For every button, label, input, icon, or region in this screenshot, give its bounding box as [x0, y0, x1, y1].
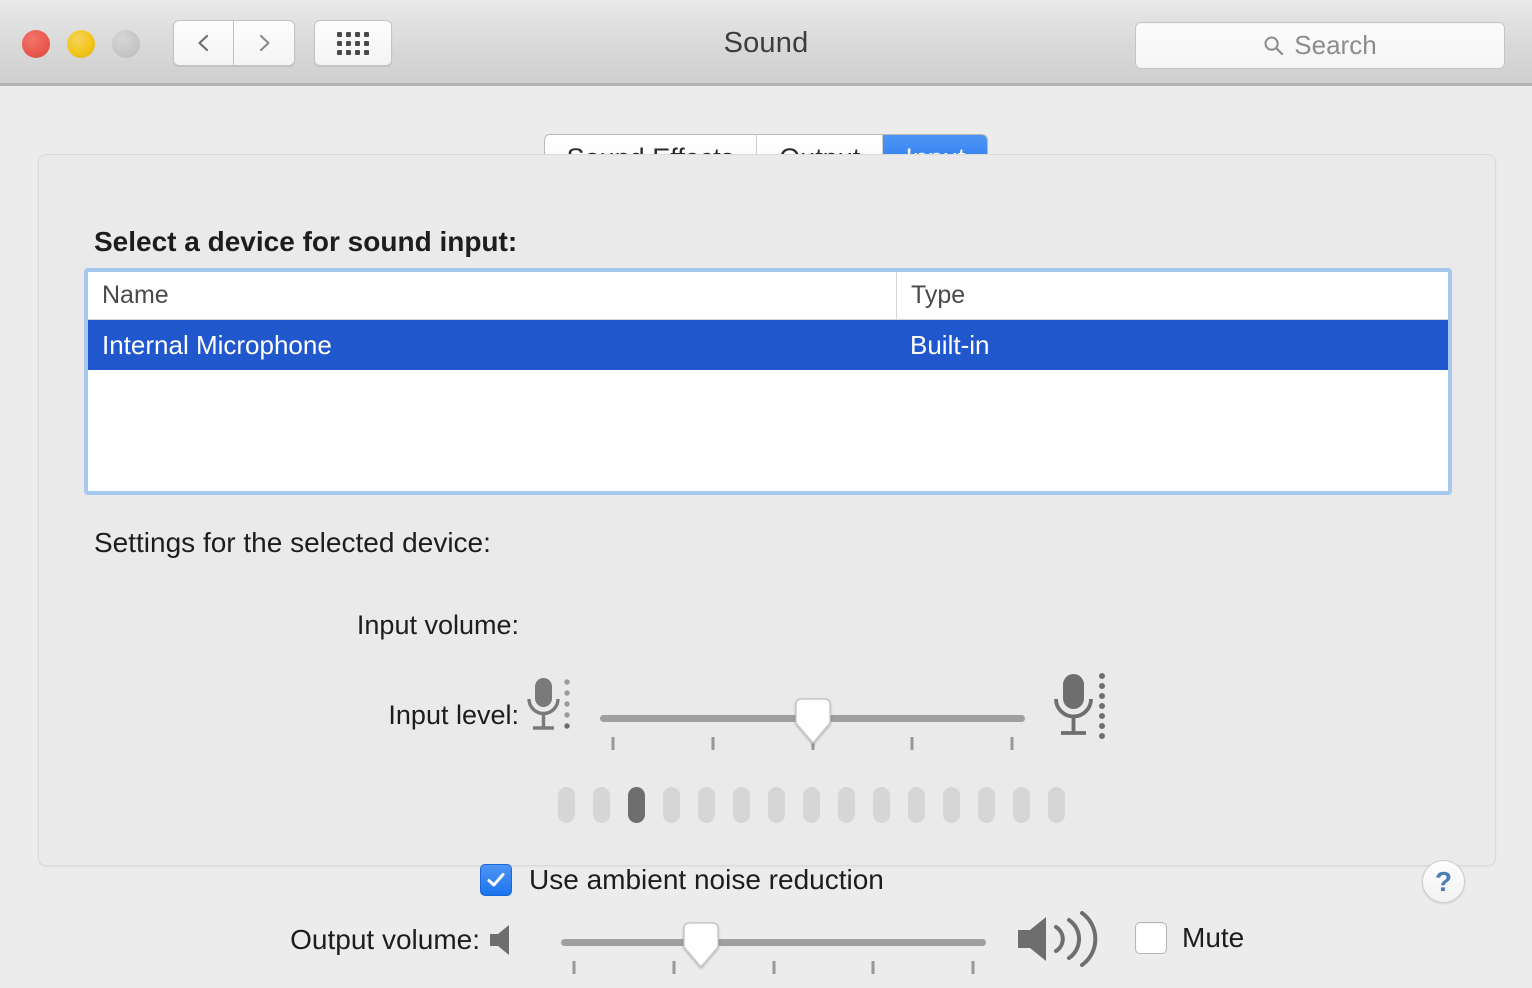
slider-thumb[interactable]: [680, 921, 722, 969]
output-volume-slider[interactable]: [561, 922, 986, 974]
ambient-noise-label: Use ambient noise reduction: [529, 864, 884, 895]
input-level-meter: [558, 787, 1065, 823]
level-segment: [1013, 787, 1030, 823]
ambient-noise-checkbox[interactable]: [480, 864, 512, 896]
slider-track: [561, 939, 986, 946]
checkmark-icon: [487, 873, 505, 887]
device-name-cell: Internal Microphone: [102, 329, 332, 360]
mute-row[interactable]: Mute: [1135, 922, 1244, 954]
speaker-quiet-icon: [484, 918, 528, 967]
input-level-label: Input level:: [388, 700, 519, 730]
input-settings-panel: Select a device for sound input: Name Ty…: [38, 154, 1496, 903]
sound-preferences-window: Sound Search Sound Effects Output Input …: [0, 0, 1532, 988]
level-segment: [873, 787, 890, 823]
help-button[interactable]: ?: [1422, 860, 1465, 903]
column-header-type[interactable]: Type: [896, 272, 1448, 319]
window-toolbar: Sound Search: [0, 0, 1532, 86]
microphone-high-icon: [1049, 669, 1115, 754]
level-segment: [733, 787, 750, 823]
preference-content: Sound Effects Output Input Select a devi…: [0, 86, 1532, 988]
level-segment: [593, 787, 610, 823]
level-segment: [698, 787, 715, 823]
select-device-heading: Select a device for sound input:: [94, 226, 518, 257]
level-segment: [978, 787, 995, 823]
level-segment: [1048, 787, 1065, 823]
level-segment: [663, 787, 680, 823]
slider-thumb[interactable]: [792, 697, 834, 745]
input-volume-label: Input volume:: [356, 610, 519, 640]
slider-ticks: [561, 961, 986, 975]
device-table[interactable]: Name Type Internal Microphone Built-in: [84, 268, 1452, 495]
microphone-low-icon: [522, 673, 580, 748]
device-type-cell: Built-in: [910, 329, 990, 360]
level-segment: [943, 787, 960, 823]
table-row[interactable]: Internal Microphone Built-in: [88, 320, 1448, 370]
level-segment: [803, 787, 820, 823]
output-volume-label: Output volume:: [290, 924, 480, 955]
level-segment: [558, 787, 575, 823]
table-header-row: Name Type: [88, 272, 1448, 320]
level-segment-active: [628, 787, 645, 823]
level-segment: [838, 787, 855, 823]
search-icon: [1263, 35, 1284, 56]
column-header-name[interactable]: Name: [88, 272, 896, 319]
speaker-loud-icon: [1012, 908, 1116, 975]
ambient-noise-reduction-row[interactable]: Use ambient noise reduction: [480, 864, 884, 896]
settings-heading: Settings for the selected device:: [94, 527, 491, 558]
search-input[interactable]: Search: [1135, 22, 1505, 69]
search-placeholder: Search: [1294, 30, 1377, 60]
mute-label: Mute: [1182, 922, 1245, 953]
level-segment: [908, 787, 925, 823]
level-segment: [768, 787, 785, 823]
input-volume-slider[interactable]: [600, 698, 1025, 750]
mute-checkbox[interactable]: [1135, 922, 1167, 954]
